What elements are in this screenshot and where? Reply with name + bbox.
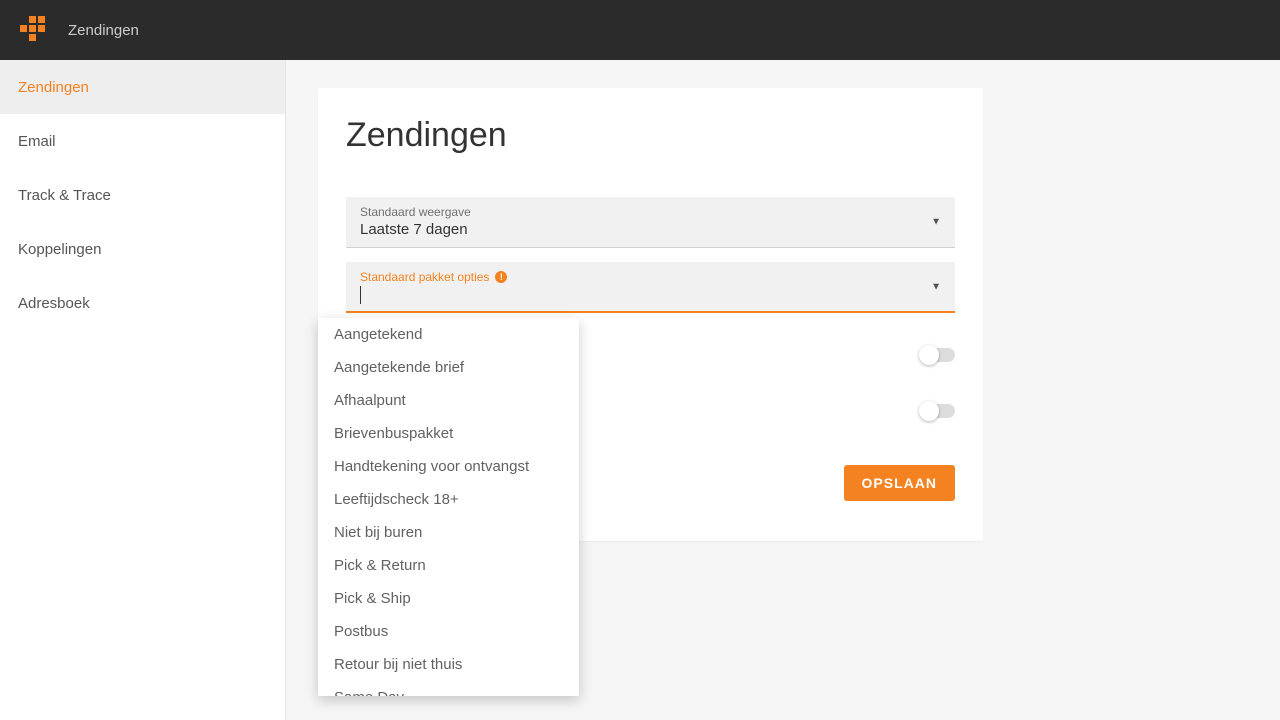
sidebar: Zendingen Email Track & Trace Koppelinge… <box>0 60 286 720</box>
dropdown-option[interactable]: Aangetekende brief <box>318 351 579 384</box>
info-icon: ! <box>495 271 507 283</box>
topbar: Zendingen <box>0 0 1280 60</box>
dropdown-option[interactable]: Retour bij niet thuis <box>318 648 579 681</box>
settings-card: Zendingen Standaard weergave Laatste 7 d… <box>318 88 983 541</box>
topbar-title: Zendingen <box>68 22 139 39</box>
chevron-down-icon: ▼ <box>931 281 941 292</box>
dropdown-option[interactable]: Brievenbuspakket <box>318 417 579 450</box>
default-view-value: Laatste 7 dagen <box>360 221 941 241</box>
dropdown-option[interactable]: Handtekening voor ontvangst <box>318 450 579 483</box>
sidebar-item-koppelingen[interactable]: Koppelingen <box>0 222 285 276</box>
sidebar-item-zendingen[interactable]: Zendingen <box>0 60 285 114</box>
package-options-value <box>360 286 941 306</box>
sidebar-item-adresboek[interactable]: Adresboek <box>0 276 285 330</box>
toggle-switch-1[interactable] <box>921 348 955 362</box>
dropdown-option[interactable]: Pick & Return <box>318 549 579 582</box>
sidebar-item-email[interactable]: Email <box>0 114 285 168</box>
dropdown-option[interactable]: Pick & Ship <box>318 582 579 615</box>
sidebar-item-track-trace[interactable]: Track & Trace <box>0 168 285 222</box>
main-content: Zendingen Standaard weergave Laatste 7 d… <box>286 60 1280 720</box>
dropdown-option[interactable]: Postbus <box>318 615 579 648</box>
dropdown-scroll[interactable]: Aangetekend Aangetekende brief Afhaalpun… <box>318 318 579 696</box>
dropdown-option[interactable]: Afhaalpunt <box>318 384 579 417</box>
default-view-select[interactable]: Standaard weergave Laatste 7 dagen ▼ <box>346 197 955 248</box>
toggle-switch-2[interactable] <box>921 404 955 418</box>
dropdown-option[interactable]: Niet bij buren <box>318 516 579 549</box>
save-button[interactable]: OPSLAAN <box>844 465 955 501</box>
chevron-down-icon: ▼ <box>931 217 941 228</box>
dropdown-option[interactable]: Aangetekend <box>318 318 579 351</box>
package-options-label: Standaard pakket opties ! <box>360 270 941 284</box>
page-title: Zendingen <box>346 116 955 155</box>
dropdown-option[interactable]: Same Day <box>318 681 579 696</box>
default-view-label: Standaard weergave <box>360 205 941 219</box>
logo-icon <box>20 16 48 44</box>
package-options-select[interactable]: Standaard pakket opties ! ▼ <box>346 262 955 313</box>
package-options-dropdown: Aangetekend Aangetekende brief Afhaalpun… <box>318 318 579 696</box>
dropdown-option[interactable]: Leeftijdscheck 18+ <box>318 483 579 516</box>
